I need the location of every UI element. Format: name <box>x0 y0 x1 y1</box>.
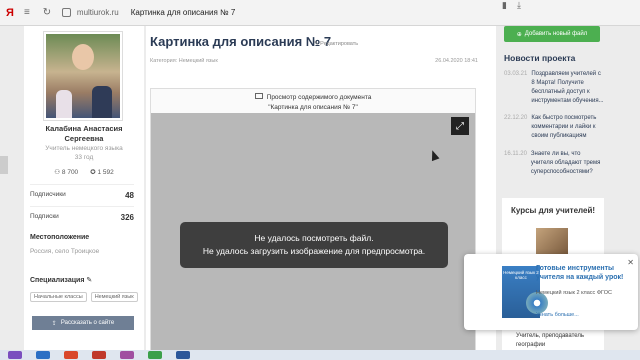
preview-area: ⤢ Не удалось посмотреть файл. Не удалось… <box>151 113 475 351</box>
plus-icon: ⊕ <box>516 31 522 38</box>
subscribers-label: Подписчики <box>30 191 66 198</box>
add-file-button[interactable]: ⊕ Добавить новый файл <box>504 26 600 42</box>
fullscreen-icon[interactable]: ⤢ <box>451 117 469 135</box>
subscribers-value: 48 <box>125 191 134 200</box>
taskbar-app-icon[interactable] <box>64 351 78 359</box>
subscriptions-row[interactable]: Подписки 326 <box>30 206 134 222</box>
taskbar-app-icon[interactable] <box>8 351 22 359</box>
edit-link[interactable]: ✎ Редактировать <box>314 41 358 47</box>
profile-name[interactable]: Калабина Анастасия Сергеевна <box>28 124 140 144</box>
address-bar[interactable]: multiurok.ru <box>77 8 119 17</box>
avatar-child-1 <box>56 90 72 118</box>
add-file-label: Добавить новый файл <box>524 31 588 37</box>
error-line-2: Не удалось загрузить изображение для пре… <box>202 246 426 256</box>
profile-sidebar: Калабина Анастасия Сергеевна Учитель нем… <box>24 26 144 350</box>
news-date: 22.12.20 <box>504 115 528 121</box>
page-title-bar: Картинка для описания № 7 <box>130 8 236 17</box>
yandex-logo[interactable]: Я <box>6 7 14 19</box>
course-caption[interactable]: Учитель, преподаватель географии <box>516 332 604 350</box>
os-taskbar <box>0 350 640 360</box>
taskbar-app-icon[interactable] <box>92 351 106 359</box>
profile-role-text: Учитель немецкого языка <box>45 145 123 152</box>
taskbar-app-icon[interactable] <box>120 351 134 359</box>
news-date: 03.03.21 <box>504 71 528 77</box>
viewer-header: Просмотр содержимого документа "Картинка… <box>151 93 475 113</box>
category-label: Категория: Немецкий язык <box>150 58 218 64</box>
avatar[interactable] <box>44 32 122 120</box>
profile-city: 33 год <box>74 154 94 161</box>
news-text: Поздравляем учителей с 8 Марта! Получите… <box>531 71 604 104</box>
news-text: Как быстро посмотреть комментарии и лайк… <box>531 115 597 139</box>
specialization-label: Специализация ✎ <box>30 277 93 284</box>
location-value: Россия, село Троицкое <box>30 248 100 255</box>
tag-item[interactable]: Немецкий язык <box>90 292 138 302</box>
tag-list: Начальные классы Немецкий язык <box>30 292 138 302</box>
learn-more-link[interactable]: Узнать больше... <box>536 312 579 318</box>
lock-icon <box>61 8 71 17</box>
share-button[interactable]: ⇪ Рассказать о сайте <box>32 316 134 330</box>
edit-icon[interactable]: ✎ <box>86 277 92 284</box>
document-panel: Картинка для описания № 7 ✎ Редактироват… <box>146 26 496 351</box>
tag-item[interactable]: Начальные классы <box>30 292 87 302</box>
location-label: Местоположение <box>30 234 90 241</box>
side-collapse-tab[interactable] <box>0 156 8 174</box>
course-thumbnail[interactable] <box>536 228 568 254</box>
taskbar-app-icon[interactable] <box>176 351 190 359</box>
avatar-face <box>72 44 94 70</box>
taskbar-app-icon[interactable] <box>36 351 50 359</box>
ad-title[interactable]: Готовые инструменты учителя на каждый ур… <box>536 264 628 282</box>
news-title: Новости проекта <box>504 53 576 63</box>
share-label: Рассказать о сайте <box>60 320 115 326</box>
views-count: ⚇ 8 700 <box>54 169 79 176</box>
news-item[interactable]: 03.03.21 Поздравляем учителей с 8 Марта!… <box>504 70 604 106</box>
subscribers-row[interactable]: Подписчики 48 <box>30 184 134 200</box>
news-text: Знаете ли вы, что учителя обладают тремя… <box>530 151 601 175</box>
news-item[interactable]: 16.11.20 Знаете ли вы, что учителя облад… <box>504 150 604 177</box>
profile-role: Учитель немецкого языка 33 год <box>28 144 140 162</box>
ad-popup[interactable]: Немецкий язык 2 класс Готовые инструмент… <box>464 254 638 330</box>
news-item[interactable]: 22.12.20 Как быстро посмотреть комментар… <box>504 114 604 141</box>
subscriptions-value: 326 <box>120 213 134 222</box>
menu-icon[interactable]: ≡ <box>20 6 34 20</box>
error-line-1: Не удалось посмотреть файл. <box>254 233 374 243</box>
news-date: 16.11.20 <box>504 151 527 157</box>
publish-date: 26.04.2020 18:41 <box>435 58 478 64</box>
share-icon: ⇪ <box>51 320 57 327</box>
error-toast: Не удалось посмотреть файл. Не удалось з… <box>180 222 448 268</box>
subscriptions-label: Подписки <box>30 213 59 220</box>
close-icon[interactable]: ✕ <box>627 258 634 267</box>
browser-chrome: Я ≡ ↻ multiurok.ru Картинка для описания… <box>0 0 640 26</box>
document-icon <box>254 93 263 99</box>
profile-stats: ⚇ 8 700 ✪ 1 592 <box>34 168 134 176</box>
viewer-header-line-1: Просмотр содержимого документа <box>266 94 372 101</box>
courses-title: Курсы для учителей! <box>510 206 596 215</box>
page-title: Картинка для описания № 7 <box>150 34 332 49</box>
ad-subtitle: Немецкий язык 2 класс ФГОС <box>536 290 612 296</box>
reload-icon[interactable]: ↻ <box>40 6 54 20</box>
awards-count: ✪ 1 592 <box>90 169 114 176</box>
avatar-child-2 <box>92 86 112 118</box>
taskbar-app-icon[interactable] <box>148 351 162 359</box>
viewer-header-line-2: "Картинка для описания № 7" <box>268 104 358 111</box>
document-viewer: Просмотр содержимого документа "Картинка… <box>150 88 476 351</box>
